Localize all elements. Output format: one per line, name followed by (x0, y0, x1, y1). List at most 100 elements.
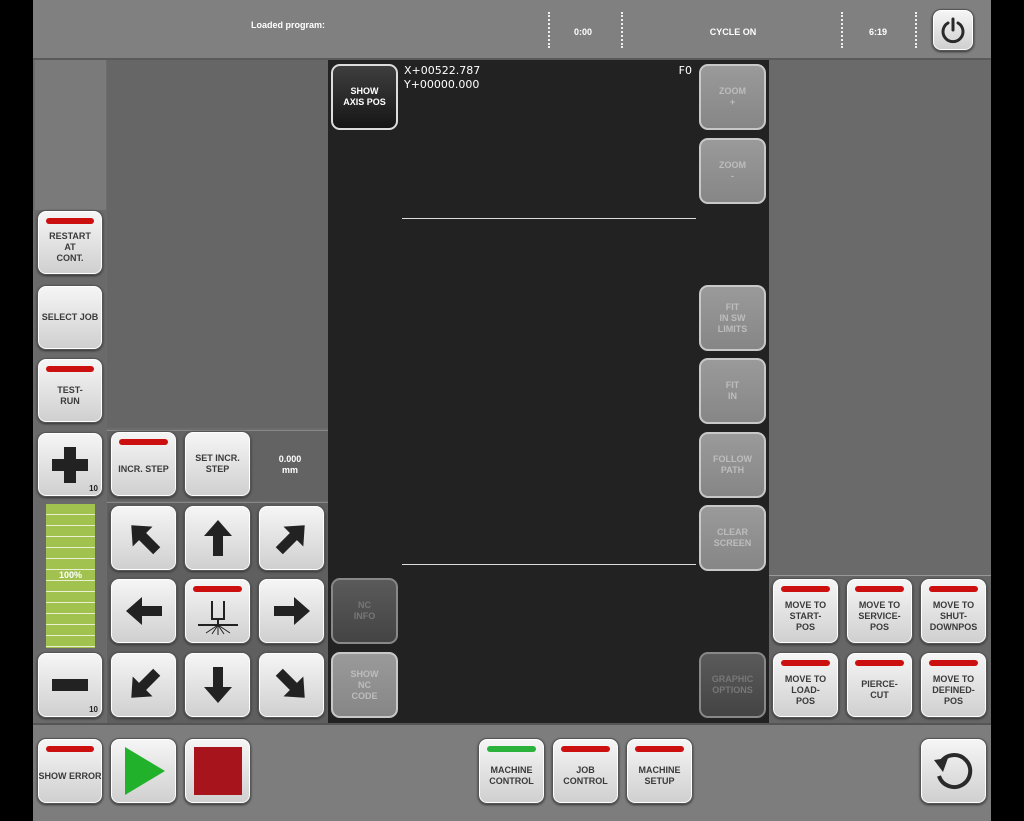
plus-icon (52, 446, 88, 483)
set-incr-step-label: SET INCR. STEP (195, 453, 240, 474)
set-incr-step-button[interactable]: SET INCR. STEP (184, 431, 251, 497)
left-panel-upper (107, 60, 328, 428)
jog-right-button[interactable] (258, 578, 325, 644)
y-position: Y+00000.000 (404, 78, 480, 91)
move-to-start-pos-button[interactable]: MOVE TO START- POS (772, 578, 839, 644)
status-indicator (487, 746, 536, 752)
loaded-program-label: Loaded program: (250, 20, 325, 30)
select-job-label: SELECT JOB (41, 312, 99, 322)
job-control-button[interactable]: JOB CONTROL (552, 738, 619, 804)
arrow-up-right-icon (275, 525, 305, 555)
move-to-load-pos-button[interactable]: MOVE TO LOAD- POS (772, 652, 839, 718)
follow-path-button[interactable]: FOLLOW PATH (699, 432, 766, 498)
zoom-in-button[interactable]: ZOOM + (699, 64, 766, 130)
status-indicator (561, 746, 610, 752)
arrow-right-icon (273, 597, 310, 625)
power-icon (941, 17, 965, 44)
start-button[interactable] (110, 738, 177, 804)
override-minus-button[interactable]: 10 (37, 652, 103, 718)
graphic-options-button[interactable]: GRAPHIC OPTIONS (699, 652, 766, 718)
feed-readout: F0 (678, 64, 692, 77)
jog-up-left-button[interactable] (110, 505, 177, 571)
follow-path-label: FOLLOW PATH (713, 454, 752, 475)
minus-icon (52, 679, 88, 691)
top-status-bar: Loaded program: 0:00 CYCLE ON 6:19 (33, 0, 991, 60)
power-button[interactable] (932, 9, 974, 51)
graphic-options-label: GRAPHIC OPTIONS (711, 674, 754, 695)
stop-button[interactable] (184, 738, 251, 804)
clear-screen-button[interactable]: CLEAR SCREEN (699, 505, 766, 571)
toolpath-line (402, 564, 696, 565)
reset-button[interactable] (920, 738, 987, 804)
job-control-label: JOB CONTROL (563, 765, 608, 786)
move-to-load-pos-label: MOVE TO LOAD- POS (784, 673, 827, 706)
jog-left-button[interactable] (110, 578, 177, 644)
move-to-service-pos-label: MOVE TO SERVICE- POS (858, 599, 901, 632)
arrow-up-left-icon (130, 525, 160, 555)
plus-step-label: 10 (89, 484, 98, 493)
test-run-label: TEST- RUN (57, 384, 83, 406)
zoom-out-button[interactable]: ZOOM - (699, 138, 766, 204)
play-icon (124, 747, 165, 795)
machine-control-button[interactable]: MACHINE CONTROL (478, 738, 545, 804)
status-indicator (855, 586, 904, 592)
fit-sw-limits-label: FIT IN SW LIMITS (717, 301, 748, 334)
status-indicator (119, 439, 168, 445)
show-error-label: SHOW ERROR (38, 770, 102, 781)
show-axis-pos-label: SHOW AXIS POS (343, 86, 386, 107)
stop-icon (193, 747, 242, 795)
nc-info-label: NC INFO (353, 600, 376, 621)
jog-down-right-button[interactable] (258, 652, 325, 718)
right-panel (769, 60, 991, 575)
torch-head-button[interactable] (184, 578, 251, 644)
jog-up-button[interactable] (184, 505, 251, 571)
incr-step-label: INCR. STEP (118, 463, 169, 474)
arrow-up-icon (203, 520, 232, 556)
machine-setup-button[interactable]: MACHINE SETUP (626, 738, 693, 804)
fit-sw-limits-button[interactable]: FIT IN SW LIMITS (699, 285, 766, 351)
machine-control-label: MACHINE CONTROL (489, 765, 534, 786)
arrow-down-left-icon (130, 668, 160, 698)
torch-head-icon (197, 601, 238, 635)
arrow-down-right-icon (275, 668, 305, 698)
restart-at-cont-button[interactable]: RESTART AT CONT. (37, 210, 103, 275)
jog-down-left-button[interactable] (110, 652, 177, 718)
status-indicator (929, 586, 978, 592)
show-axis-pos-button[interactable]: SHOW AXIS POS (331, 64, 398, 130)
move-to-defined-pos-button[interactable]: MOVE TO DEFINED- POS (920, 652, 987, 718)
status-indicator (46, 746, 94, 752)
refresh-icon (933, 753, 972, 790)
select-job-button[interactable]: SELECT JOB (37, 285, 103, 350)
nc-info-button[interactable]: NC INFO (331, 578, 398, 644)
step-value: 0.000 (278, 454, 302, 464)
pierce-cut-button[interactable]: PIERCE- CUT (846, 652, 913, 718)
incr-step-button[interactable]: INCR. STEP (110, 431, 177, 497)
move-to-start-pos-label: MOVE TO START- POS (784, 599, 827, 632)
step-unit: mm (281, 465, 298, 475)
toolpath-line (402, 218, 696, 219)
status-indicator (781, 586, 830, 592)
status-indicator (635, 746, 684, 752)
zoom-out-label: ZOOM - (719, 160, 746, 181)
elapsed-time: 0:00 (573, 27, 592, 37)
show-error-button[interactable]: SHOW ERROR (37, 738, 103, 804)
show-nc-code-button[interactable]: SHOW NC CODE (331, 652, 398, 718)
status-indicator (46, 218, 94, 224)
fit-in-button[interactable]: FIT IN (699, 358, 766, 424)
test-run-button[interactable]: TEST- RUN (37, 358, 103, 423)
left-panel-top (35, 60, 106, 210)
clear-screen-label: CLEAR SCREEN (713, 527, 752, 548)
move-to-service-pos-button[interactable]: MOVE TO SERVICE- POS (846, 578, 913, 644)
override-plus-button[interactable]: 10 (37, 432, 103, 497)
zoom-in-label: ZOOM + (719, 86, 746, 107)
arrow-down-icon (203, 667, 232, 703)
move-to-shutdown-pos-label: MOVE TO SHUT- DOWNPOS (929, 599, 978, 632)
status-indicator (781, 660, 830, 666)
show-nc-code-label: SHOW NC CODE (350, 668, 379, 701)
jog-up-right-button[interactable] (258, 505, 325, 571)
jog-down-button[interactable] (184, 652, 251, 718)
x-position: X+00522.787 (404, 64, 481, 77)
move-to-shutdown-pos-button[interactable]: MOVE TO SHUT- DOWNPOS (920, 578, 987, 644)
incr-step-value: 0.000 mm (258, 454, 322, 476)
status-indicator (855, 660, 904, 666)
